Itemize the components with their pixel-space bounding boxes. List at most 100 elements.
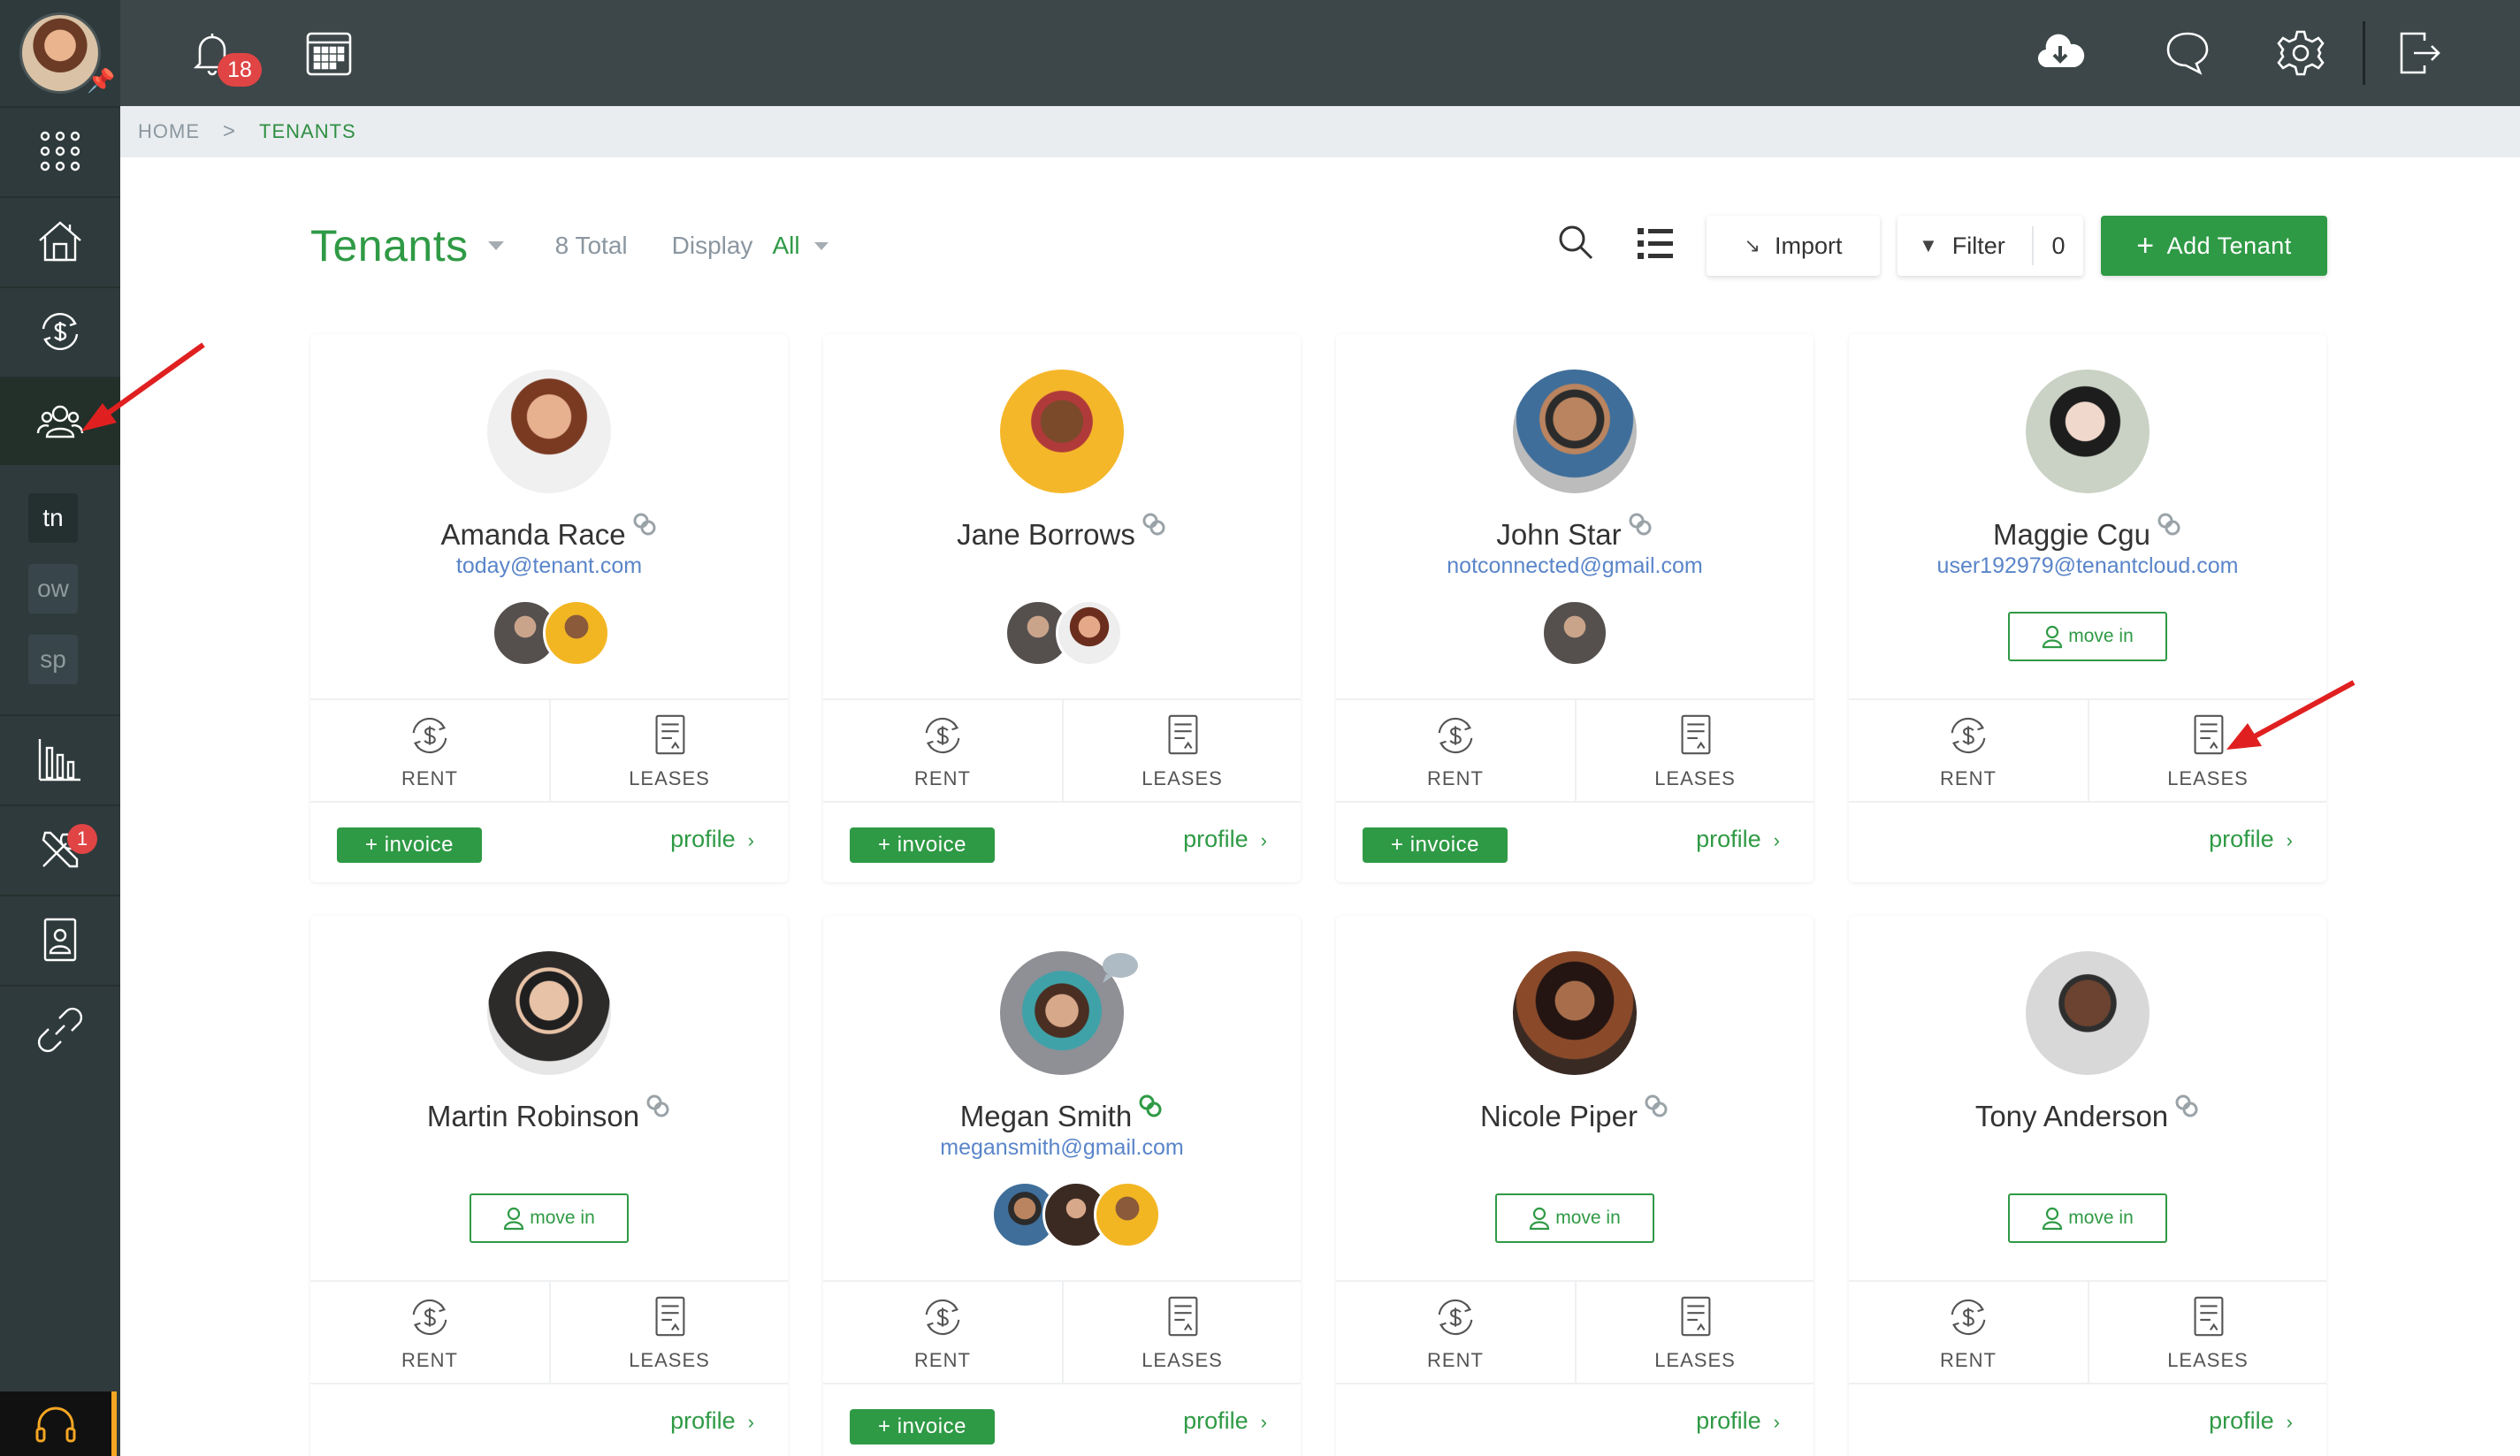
tenant-email[interactable]: today@tenant.com <box>310 553 788 579</box>
tenant-avatar[interactable] <box>487 951 611 1075</box>
leases-button[interactable]: LEASES <box>1062 1282 1301 1384</box>
filter-count: 0 <box>2032 226 2083 265</box>
tenant-cotenants <box>492 599 610 667</box>
tenant-avatar[interactable] <box>1513 370 1637 493</box>
add-invoice-button[interactable]: + invoice <box>1363 827 1508 863</box>
sidebar-item-reports[interactable] <box>0 714 120 803</box>
tenant-card-amanda-race[interactable]: Amanda Race today@tenant.com RENT LEASES… <box>310 334 788 882</box>
workspace-sp[interactable]: sp <box>28 635 78 684</box>
leases-button[interactable]: LEASES <box>2088 1282 2326 1384</box>
user-avatar-area[interactable]: 📌 <box>0 0 120 106</box>
rent-button[interactable]: RENT <box>823 1282 1062 1384</box>
profile-link[interactable]: profile › <box>1183 826 1267 853</box>
leases-button[interactable]: LEASES <box>549 1282 788 1384</box>
breadcrumb-home[interactable]: HOME <box>138 120 200 143</box>
tenant-card-megan-smith[interactable]: Megan Smith megansmith@gmail.com RENT LE… <box>823 916 1301 1456</box>
rent-icon <box>1438 1299 1473 1336</box>
tenant-avatar[interactable] <box>1000 370 1124 493</box>
tenant-name[interactable]: Megan Smith <box>960 1100 1132 1132</box>
tenant-card-martin-robinson[interactable]: Martin Robinson move in RENT LEASES prof… <box>310 916 788 1456</box>
chat-bubble-icon[interactable] <box>1099 951 1140 985</box>
tenant-name[interactable]: John Star <box>1496 518 1621 551</box>
tenant-email[interactable]: notconnected@gmail.com <box>1336 553 1814 579</box>
help-support-button[interactable] <box>0 1391 117 1456</box>
rent-button[interactable]: RENT <box>310 1282 549 1384</box>
move-in-button[interactable]: move in <box>1495 1193 1654 1243</box>
display-select[interactable]: All <box>772 232 799 260</box>
leases-button[interactable]: LEASES <box>1575 700 1814 803</box>
tenant-name[interactable]: Amanda Race <box>440 518 625 551</box>
leases-button[interactable]: LEASES <box>1062 700 1301 803</box>
search-button[interactable] <box>1556 223 1602 269</box>
profile-link[interactable]: profile › <box>2209 826 2293 853</box>
sidebar-item-maintenance[interactable]: 1 <box>0 804 120 893</box>
tenant-card-john-star[interactable]: John Star notconnected@gmail.com RENT LE… <box>1336 334 1814 882</box>
leases-button[interactable]: LEASES <box>549 700 788 803</box>
rent-button[interactable]: RENT <box>1336 1282 1575 1384</box>
logout-icon <box>2400 32 2440 74</box>
tenant-name[interactable]: Nicole Piper <box>1480 1100 1638 1132</box>
not-connected-icon <box>631 511 658 537</box>
tenant-actions: RENT LEASES <box>1336 1280 1814 1384</box>
cloud-download-button[interactable] <box>2032 25 2089 81</box>
leases-button[interactable]: LEASES <box>1575 1282 1814 1384</box>
workspace-ow[interactable]: ow <box>28 564 78 614</box>
tenant-name[interactable]: Martin Robinson <box>427 1100 639 1132</box>
tenant-avatar[interactable] <box>2026 951 2150 1075</box>
rent-label: RENT <box>914 1349 971 1371</box>
rent-button[interactable]: RENT <box>310 700 549 803</box>
profile-link[interactable]: profile › <box>2209 1407 2293 1435</box>
calendar-button[interactable] <box>301 25 357 81</box>
profile-link[interactable]: profile › <box>1696 1407 1780 1435</box>
workspace-tn[interactable]: tn <box>28 493 78 543</box>
tenant-avatar[interactable] <box>487 370 611 493</box>
cotenant-avatar[interactable] <box>1094 1181 1161 1248</box>
title-caret-icon[interactable] <box>487 241 504 250</box>
tenant-avatar[interactable] <box>1513 951 1637 1075</box>
filter-button[interactable]: ▼ Filter 0 <box>1898 216 2083 276</box>
pin-icon[interactable]: 📌 <box>87 69 115 92</box>
page-title[interactable]: Tenants <box>310 220 469 271</box>
sidebar-item-integrations[interactable] <box>0 985 120 1073</box>
sidebar-item-apps[interactable] <box>0 106 120 194</box>
tenant-card-jane-borrows[interactable]: Jane Borrows RENT LEASES + invoice profi… <box>823 334 1301 882</box>
add-invoice-button[interactable]: + invoice <box>850 827 995 863</box>
profile-link[interactable]: profile › <box>1183 1407 1267 1435</box>
sidebar-item-applications[interactable] <box>0 895 120 983</box>
move-in-button[interactable]: move in <box>2008 1193 2167 1243</box>
move-in-button[interactable]: move in <box>470 1193 629 1243</box>
move-in-button[interactable]: move in <box>2008 612 2167 661</box>
tenant-name[interactable]: Maggie Cgu <box>1993 518 2150 551</box>
tenant-card-tony-anderson[interactable]: Tony Anderson move in RENT LEASES profil… <box>1849 916 2326 1456</box>
profile-link[interactable]: profile › <box>670 1407 754 1435</box>
import-button[interactable]: ↘ Import <box>1707 216 1880 276</box>
profile-link[interactable]: profile › <box>1696 826 1780 853</box>
leases-label: LEASES <box>629 1349 710 1371</box>
add-tenant-button[interactable]: + Add Tenant <box>2101 216 2327 276</box>
tenant-avatar[interactable] <box>2026 370 2150 493</box>
cotenant-avatar[interactable] <box>1056 599 1123 667</box>
logout-button[interactable] <box>2391 25 2447 81</box>
rent-button[interactable]: RENT <box>823 700 1062 803</box>
chat-button[interactable] <box>2159 25 2216 81</box>
rent-button[interactable]: RENT <box>1336 700 1575 803</box>
tenant-card-nicole-piper[interactable]: Nicole Piper move in RENT LEASES profile… <box>1336 916 1814 1456</box>
profile-link[interactable]: profile › <box>670 826 754 853</box>
tenant-card-maggie-cgu[interactable]: Maggie Cgu user192979@tenantcloud.com mo… <box>1849 334 2326 882</box>
cloud-download-icon <box>2037 34 2085 68</box>
settings-button[interactable] <box>2272 25 2329 81</box>
tenant-name[interactable]: Jane Borrows <box>957 518 1135 551</box>
sidebar-item-properties[interactable] <box>0 196 120 285</box>
add-invoice-button[interactable]: + invoice <box>850 1409 995 1445</box>
tenant-email[interactable]: user192979@tenantcloud.com <box>1849 553 2326 579</box>
add-invoice-button[interactable]: + invoice <box>337 827 482 863</box>
tenant-email[interactable]: megansmith@gmail.com <box>823 1135 1301 1161</box>
rent-button[interactable]: RENT <box>1849 1282 2088 1384</box>
display-caret-icon[interactable] <box>813 241 829 250</box>
tenant-card-footer: + invoice profile › <box>823 1384 1301 1456</box>
list-view-button[interactable] <box>1636 225 1678 267</box>
cotenant-avatar[interactable] <box>543 599 610 667</box>
tenant-name[interactable]: Tony Anderson <box>1975 1100 2168 1132</box>
rent-button[interactable]: RENT <box>1849 700 2088 803</box>
cotenant-avatar[interactable] <box>1541 599 1608 667</box>
